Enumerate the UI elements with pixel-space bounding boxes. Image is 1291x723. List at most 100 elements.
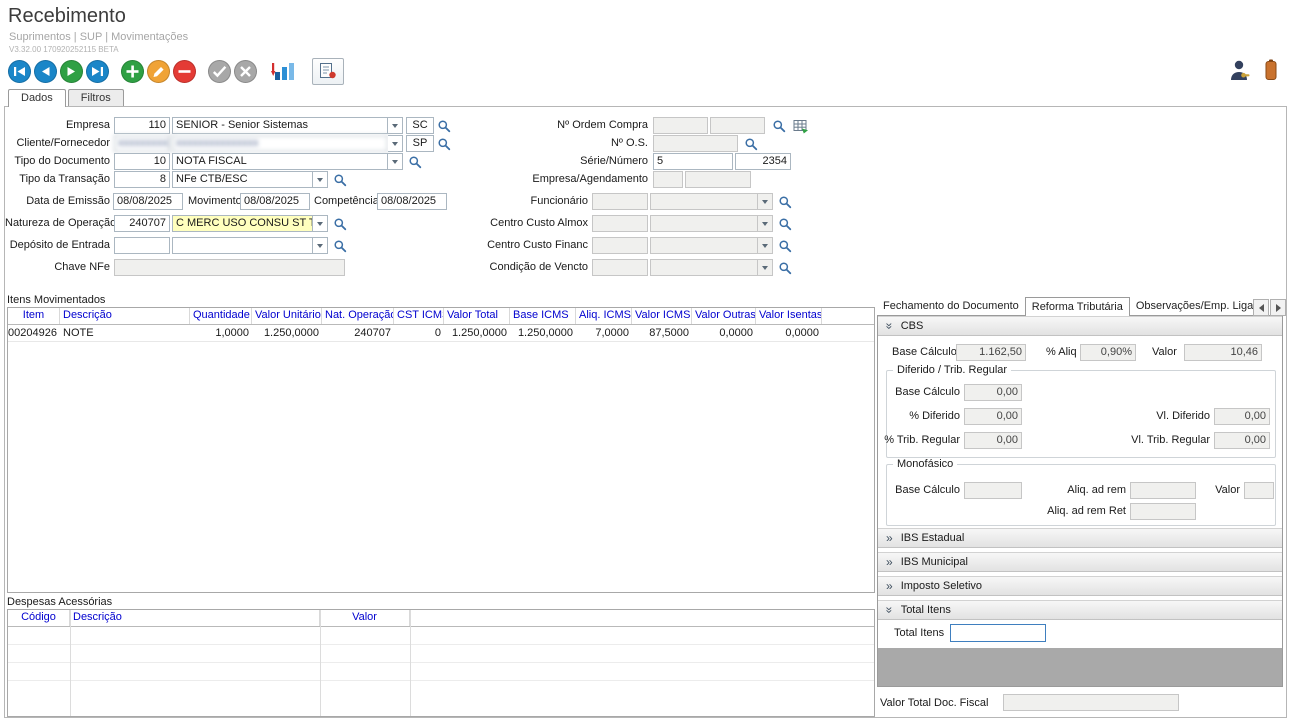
itens-grid[interactable]: Item Descrição Quantidade Valor Unitário… bbox=[7, 307, 875, 593]
cc-almox-dropdown-button[interactable] bbox=[758, 215, 773, 232]
valor-total-doc-field[interactable] bbox=[1003, 694, 1179, 711]
column-header-cst-icms[interactable]: CST ICMS bbox=[394, 308, 444, 324]
mono-valor-field[interactable] bbox=[1244, 482, 1274, 499]
chave-nfe-field[interactable] bbox=[114, 259, 345, 276]
tipo-documento-code-field[interactable]: 10 bbox=[114, 153, 170, 170]
data-emissao-field[interactable]: 08/08/2025 bbox=[113, 193, 183, 210]
ordem-compra-grid-button[interactable] bbox=[792, 118, 808, 134]
nav-last-button[interactable] bbox=[86, 60, 109, 83]
nav-prev-button[interactable] bbox=[34, 60, 57, 83]
cbs-valor-field[interactable]: 10,46 bbox=[1184, 344, 1262, 361]
pct-diferido-field[interactable]: 0,00 bbox=[964, 408, 1022, 425]
total-itens-input[interactable] bbox=[950, 624, 1046, 642]
column-header-nat-operacao[interactable]: Nat. Operação bbox=[322, 308, 394, 324]
column-header-descricao[interactable]: Descrição bbox=[60, 308, 190, 324]
pct-trib-regular-field[interactable]: 0,00 bbox=[964, 432, 1022, 449]
tab-reforma-tributaria[interactable]: Reforma Tributária bbox=[1025, 297, 1130, 316]
cc-almox-code-field[interactable] bbox=[592, 215, 648, 232]
funcionario-lookup-button[interactable] bbox=[777, 194, 793, 210]
natureza-lookup-button[interactable] bbox=[332, 216, 348, 232]
cc-almox-lookup-button[interactable] bbox=[777, 216, 793, 232]
tipo-documento-dropdown-button[interactable] bbox=[388, 153, 403, 170]
tab-dados[interactable]: Dados bbox=[8, 89, 66, 107]
column-header-valor-icms[interactable]: Valor ICMS bbox=[632, 308, 692, 324]
cc-financ-dropdown-button[interactable] bbox=[758, 237, 773, 254]
delete-record-button[interactable] bbox=[173, 60, 196, 83]
column-header-item[interactable]: Item bbox=[8, 308, 60, 324]
cliente-name-field[interactable]: xxxxxxxxxxxxxxx bbox=[172, 135, 388, 152]
column-header-aliq-icms[interactable]: Aliq. ICMS bbox=[576, 308, 632, 324]
tab-filtros[interactable]: Filtros bbox=[68, 89, 124, 106]
cbs-base-calculo-field[interactable]: 1.162,50 bbox=[956, 344, 1026, 361]
deposito-name-field[interactable] bbox=[172, 237, 313, 254]
ibs-estadual-section-header[interactable]: » IBS Estadual bbox=[878, 528, 1282, 548]
cc-financ-name-field[interactable] bbox=[650, 237, 758, 254]
empresa-dropdown-button[interactable] bbox=[388, 117, 403, 134]
table-row[interactable]: 900204926 NOTE 1,0000 1.250,0000 240707 … bbox=[8, 325, 874, 342]
cc-financ-lookup-button[interactable] bbox=[777, 238, 793, 254]
column-header-quantidade[interactable]: Quantidade bbox=[190, 308, 252, 324]
funcionario-dropdown-button[interactable] bbox=[758, 193, 773, 210]
ordem-compra-field-2[interactable] bbox=[710, 117, 765, 134]
ordem-compra-lookup-button[interactable] bbox=[771, 118, 787, 134]
nav-next-button[interactable] bbox=[60, 60, 83, 83]
column-header-descricao[interactable]: Descrição bbox=[70, 610, 320, 626]
column-header-valor-outras[interactable]: Valor Outras bbox=[692, 308, 756, 324]
column-header-valor-isentas[interactable]: Valor Isentas bbox=[756, 308, 822, 324]
tab-observacoes-emp-ligada[interactable]: Observações/Emp. Ligada bbox=[1130, 298, 1272, 315]
ordem-compra-field-1[interactable] bbox=[653, 117, 708, 134]
cbs-section-header[interactable]: » CBS bbox=[878, 316, 1282, 336]
deposito-code-field[interactable] bbox=[114, 237, 170, 254]
os-lookup-button[interactable] bbox=[743, 136, 759, 152]
cliente-uf-field[interactable]: SP bbox=[406, 135, 434, 152]
table-row[interactable] bbox=[8, 663, 874, 681]
empresa-agendamento-field-1[interactable] bbox=[653, 171, 683, 188]
empresa-uf-field[interactable]: SC bbox=[406, 117, 434, 134]
tab-fechamento-documento[interactable]: Fechamento do Documento bbox=[877, 298, 1025, 315]
movimento-field[interactable]: 08/08/2025 bbox=[240, 193, 310, 210]
tipo-documento-name-field[interactable]: NOTA FISCAL bbox=[172, 153, 388, 170]
vl-trib-regular-field[interactable]: 0,00 bbox=[1214, 432, 1270, 449]
natureza-dropdown-button[interactable] bbox=[313, 215, 328, 232]
empresa-code-field[interactable]: 110 bbox=[114, 117, 170, 134]
funcionario-code-field[interactable] bbox=[592, 193, 648, 210]
table-row[interactable] bbox=[8, 627, 874, 645]
tipo-transacao-name-field[interactable]: NFe CTB/ESC bbox=[172, 171, 313, 188]
cliente-code-field[interactable]: xxxxxxxxxx bbox=[114, 135, 170, 152]
os-field[interactable] bbox=[653, 135, 738, 152]
despesas-grid[interactable]: Código Descrição Valor bbox=[7, 609, 875, 717]
tipo-transacao-code-field[interactable]: 8 bbox=[114, 171, 170, 188]
deposito-lookup-button[interactable] bbox=[332, 238, 348, 254]
cbs-aliq-field[interactable]: 0,90% bbox=[1080, 344, 1136, 361]
chart-button[interactable] bbox=[269, 59, 299, 83]
confirm-button[interactable] bbox=[208, 60, 231, 83]
column-header-codigo[interactable]: Código bbox=[8, 610, 70, 626]
funcionario-name-field[interactable] bbox=[650, 193, 758, 210]
cond-vencto-name-field[interactable] bbox=[650, 259, 758, 276]
natureza-code-field[interactable]: 240707 bbox=[114, 215, 170, 232]
tipo-documento-lookup-button[interactable] bbox=[407, 154, 423, 170]
aliq-ad-rem-field[interactable] bbox=[1130, 482, 1196, 499]
cc-financ-code-field[interactable] bbox=[592, 237, 648, 254]
add-record-button[interactable] bbox=[121, 60, 144, 83]
serie-field[interactable]: 5 bbox=[653, 153, 733, 170]
empresa-agendamento-field-2[interactable] bbox=[685, 171, 751, 188]
diferido-base-calculo-field[interactable]: 0,00 bbox=[964, 384, 1022, 401]
cond-vencto-lookup-button[interactable] bbox=[777, 260, 793, 276]
vl-diferido-field[interactable]: 0,00 bbox=[1214, 408, 1270, 425]
cc-almox-name-field[interactable] bbox=[650, 215, 758, 232]
numero-field[interactable]: 2354 bbox=[735, 153, 791, 170]
logout-button[interactable] bbox=[1263, 58, 1279, 82]
total-itens-section-header[interactable]: » Total Itens bbox=[878, 600, 1282, 620]
tipo-transacao-lookup-button[interactable] bbox=[332, 172, 348, 188]
tab-scroll-left-button[interactable] bbox=[1253, 299, 1269, 316]
edit-record-button[interactable] bbox=[147, 60, 170, 83]
mono-base-calculo-field[interactable] bbox=[964, 482, 1022, 499]
cancel-button[interactable] bbox=[234, 60, 257, 83]
ibs-municipal-section-header[interactable]: » IBS Municipal bbox=[878, 552, 1282, 572]
aliq-ad-rem-ret-field[interactable] bbox=[1130, 503, 1196, 520]
column-header-base-icms[interactable]: Base ICMS bbox=[510, 308, 576, 324]
column-header-valor[interactable]: Valor bbox=[320, 610, 410, 626]
cond-vencto-dropdown-button[interactable] bbox=[758, 259, 773, 276]
nav-first-button[interactable] bbox=[8, 60, 31, 83]
